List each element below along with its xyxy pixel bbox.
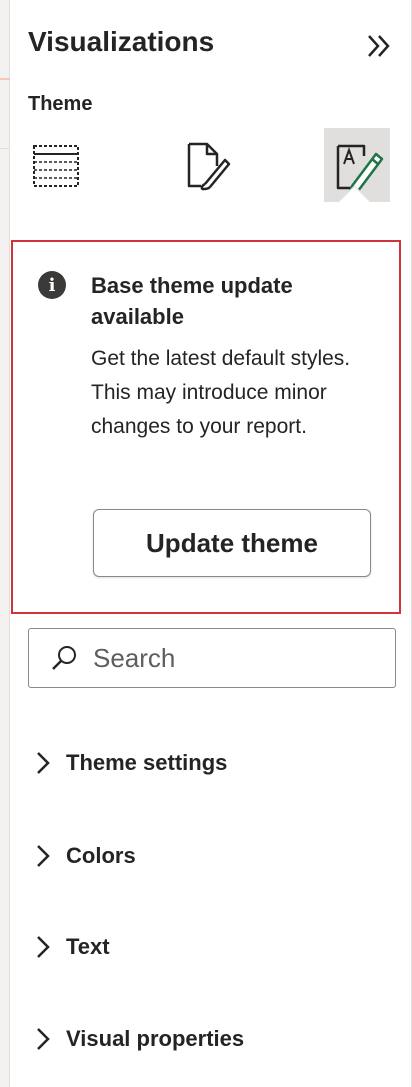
chevron-right-icon xyxy=(28,841,58,871)
canvas-edge-accent-line xyxy=(0,78,10,80)
canvas-edge-divider xyxy=(0,148,10,149)
chevron-right-icon xyxy=(28,1024,58,1054)
info-icon: i xyxy=(38,271,66,299)
panel-title: Visualizations xyxy=(28,26,215,57)
format-page-brush-icon xyxy=(187,142,231,191)
theme-update-notice: i Base theme update available Get the la… xyxy=(11,240,401,614)
search-icon xyxy=(49,643,79,673)
section-theme-settings[interactable]: Theme settings xyxy=(28,741,388,785)
chevron-right-icon xyxy=(28,748,58,778)
canvas-edge xyxy=(0,0,10,1087)
notice-heading: Base theme update available xyxy=(91,273,293,329)
chevron-right-icon xyxy=(28,932,58,962)
theme-pencil-icon xyxy=(336,144,384,194)
notice-body: Get the latest default styles. This may … xyxy=(91,347,351,438)
double-chevron-right-icon xyxy=(368,35,390,57)
section-label: Colors xyxy=(66,843,136,868)
collapse-pane-button[interactable] xyxy=(362,26,396,66)
section-label: Theme settings xyxy=(66,750,228,775)
search-input[interactable] xyxy=(91,641,375,675)
update-theme-button[interactable]: Update theme xyxy=(93,509,371,577)
section-colors[interactable]: Colors xyxy=(28,834,388,878)
section-visual-properties[interactable]: Visual properties xyxy=(28,1017,388,1061)
section-label: Visual properties xyxy=(66,1026,245,1051)
tab-format[interactable] xyxy=(172,128,238,202)
table-outline-icon xyxy=(33,145,79,187)
section-label: Text xyxy=(66,934,110,959)
search-field[interactable] xyxy=(28,628,396,688)
section-text[interactable]: Text xyxy=(28,925,388,969)
section-subtitle: Theme xyxy=(28,93,93,115)
tab-table[interactable] xyxy=(22,128,88,202)
